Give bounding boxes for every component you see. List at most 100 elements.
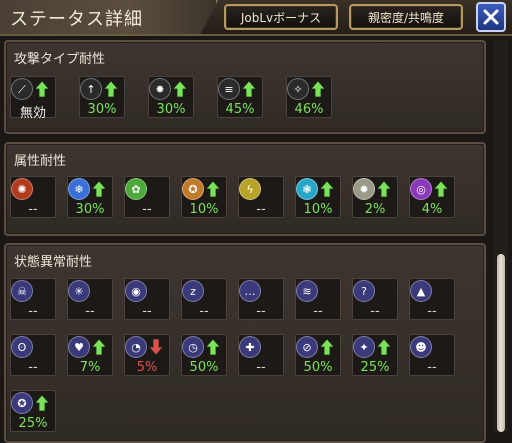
attack-type-title: 攻撃タイプ耐性 xyxy=(14,52,106,67)
slow-icon: ◷ xyxy=(182,336,204,358)
ailment-cell[interactable]: ✪ 25% xyxy=(8,390,58,434)
fire-icon: ✺ xyxy=(11,178,33,200)
paralysis-icon: ≋ xyxy=(296,280,318,302)
resistance-value: -- xyxy=(142,304,152,319)
close-icon xyxy=(483,9,499,25)
ailment-cell[interactable]: ◔ 5% xyxy=(122,334,172,378)
page-title: ステータス詳細 xyxy=(10,9,143,30)
dragon-icon: ✚ xyxy=(239,336,261,358)
ailment-cell[interactable]: ⊘ 50% xyxy=(293,334,343,378)
thunder-icon: ϟ xyxy=(239,178,261,200)
resistance-value: -- xyxy=(313,304,323,319)
resistance-value: -- xyxy=(199,304,209,319)
ailment-cell[interactable]: ≋ -- xyxy=(293,278,343,322)
header-bar: ステータス詳細 JobLvボーナス 親密度/共鳴度 xyxy=(0,0,512,36)
arrow-up-icon xyxy=(34,394,50,412)
pierce-icon: ↑ xyxy=(80,78,102,100)
element-panel: 属性耐性 ✺ -- ❄ 30% ✿ -- ✪ 10% ϟ -- ❃ 10% ✹ 2% ◎ 4% xyxy=(4,142,486,236)
element-cell[interactable]: ✺ -- xyxy=(8,176,58,220)
resistance-value: 25% xyxy=(360,360,390,375)
affinity-resonance-button[interactable]: 親密度/共鳴度 xyxy=(349,4,463,30)
death-icon: ☻ xyxy=(410,336,432,358)
arrow-up-icon xyxy=(376,180,392,198)
arrow-up-icon xyxy=(103,80,119,98)
arrow-up-icon xyxy=(319,180,335,198)
petrify-icon: ▲ xyxy=(410,280,432,302)
arrow-up-icon xyxy=(91,180,107,198)
ailment-cell[interactable]: ☻ -- xyxy=(407,334,457,378)
attack_type-cell[interactable]: ≡ 45% xyxy=(215,76,265,120)
element-cell[interactable]: ϟ -- xyxy=(236,176,286,220)
arrow-up-icon xyxy=(205,180,221,198)
ailment-cell[interactable]: ? -- xyxy=(350,278,400,322)
resistance-value: -- xyxy=(256,202,266,217)
missile-icon: ≡ xyxy=(218,78,240,100)
resistance-value: -- xyxy=(256,304,266,319)
ice-icon: ❄ xyxy=(68,178,90,200)
arrow-up-icon xyxy=(433,180,449,198)
arrow-up-icon xyxy=(319,338,335,356)
silence-icon: … xyxy=(239,280,261,302)
element-cell[interactable]: ✪ 10% xyxy=(179,176,229,220)
resistance-value: -- xyxy=(427,360,437,375)
resistance-value: 4% xyxy=(421,202,443,217)
resistance-value: 30% xyxy=(75,202,105,217)
element-cell[interactable]: ❃ 10% xyxy=(293,176,343,220)
resistance-value: -- xyxy=(142,202,152,217)
resistance-value: 2% xyxy=(364,202,386,217)
attack-type-panel: 攻撃タイプ耐性 ⟋ 無効 ↑ 30% ✸ 30% ≡ 45% ✧ 46% xyxy=(4,40,486,134)
resistance-value: 30% xyxy=(156,102,186,117)
water-icon: ❃ xyxy=(296,178,318,200)
light-icon: ✹ xyxy=(353,178,375,200)
ailment-cell[interactable]: ▲ -- xyxy=(407,278,457,322)
resistance-value: -- xyxy=(28,202,38,217)
element-cell[interactable]: ✹ 2% xyxy=(350,176,400,220)
ailment-cell[interactable]: ✳ -- xyxy=(65,278,115,322)
element-cell[interactable]: ◎ 4% xyxy=(407,176,457,220)
attack_type-cell[interactable]: ⟋ 無効 xyxy=(8,76,58,121)
sleep-icon: z xyxy=(182,280,204,302)
earth-icon: ✪ xyxy=(182,178,204,200)
ailment-cell[interactable]: ◉ -- xyxy=(122,278,172,322)
poison-icon: ☠ xyxy=(11,280,33,302)
attack_type-cell[interactable]: ✸ 30% xyxy=(146,76,196,120)
arrow-up-icon xyxy=(172,80,188,98)
magic-icon: ✧ xyxy=(287,78,309,100)
resistance-value: -- xyxy=(256,360,266,375)
ailment-panel: 状態異常耐性 ☠ -- ✳ -- ◉ -- z -- … -- ≋ --? -- ▲ -- ʘ -- ♥ 7% ◔ 5%… xyxy=(4,243,486,443)
element-cell[interactable]: ❄ 30% xyxy=(65,176,115,220)
arrow-up-icon xyxy=(34,80,50,98)
resistance-value: 5% xyxy=(136,360,158,375)
blind-icon: ✳ xyxy=(68,280,90,302)
dark-icon: ◎ xyxy=(410,178,432,200)
scrollbar-thumb[interactable] xyxy=(497,254,505,432)
arrow-down-icon xyxy=(148,338,164,356)
resistance-value: -- xyxy=(370,304,380,319)
berserk-icon: ✦ xyxy=(353,336,375,358)
ailment-cell[interactable]: … -- xyxy=(236,278,286,322)
ailment-cell[interactable]: ʘ -- xyxy=(8,334,58,378)
attack_type-cell[interactable]: ✧ 46% xyxy=(284,76,334,120)
ailment-title: 状態異常耐性 xyxy=(14,255,93,270)
resistance-value: 10% xyxy=(303,202,333,217)
no-heal-icon: ⊘ xyxy=(296,336,318,358)
arrow-up-icon xyxy=(91,338,107,356)
charm-icon: ◉ xyxy=(125,280,147,302)
resistance-value: 45% xyxy=(225,102,255,117)
ailment-cell[interactable]: ◷ 50% xyxy=(179,334,229,378)
arrow-up-icon xyxy=(310,80,326,98)
ailment-cell[interactable]: ✚ -- xyxy=(236,334,286,378)
arrow-up-icon xyxy=(241,80,257,98)
confuse-icon: ? xyxy=(353,280,375,302)
ailment-cell[interactable]: z -- xyxy=(179,278,229,322)
resistance-value: 50% xyxy=(303,360,333,375)
joblv-bonus-button[interactable]: JobLvボーナス xyxy=(224,4,338,30)
element-cell[interactable]: ✿ -- xyxy=(122,176,172,220)
ailment-cell[interactable]: ☠ -- xyxy=(8,278,58,322)
ailment-cell[interactable]: ✦ 25% xyxy=(350,334,400,378)
attack_type-cell[interactable]: ↑ 30% xyxy=(77,76,127,120)
ailment-cell[interactable]: ♥ 7% xyxy=(65,334,115,378)
close-button[interactable] xyxy=(476,2,506,32)
resistance-value: 7% xyxy=(79,360,101,375)
strike-icon: ✸ xyxy=(149,78,171,100)
